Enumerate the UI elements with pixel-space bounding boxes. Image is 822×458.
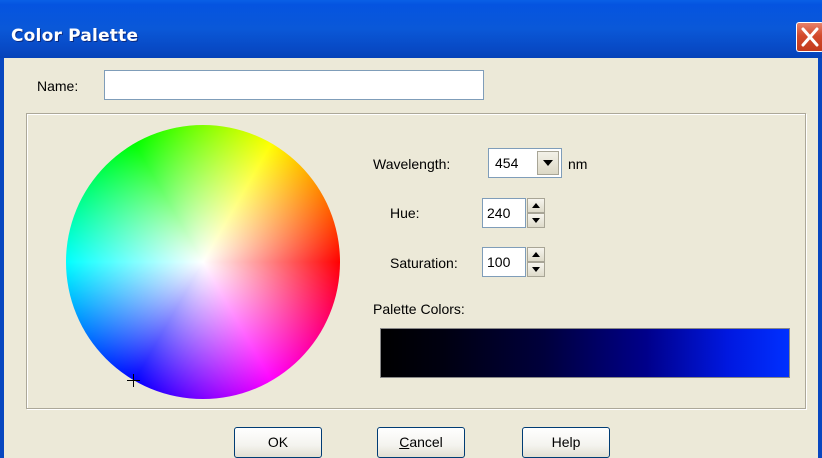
spin-down-icon <box>532 218 540 223</box>
window-title: Color Palette <box>11 26 139 46</box>
crosshair-icon <box>127 374 140 387</box>
close-x-icon <box>801 27 819 47</box>
hue-value: 240 <box>487 205 511 221</box>
help-button[interactable]: Help <box>522 427 610 458</box>
name-label: Name: <box>37 78 79 94</box>
hue-label: Hue: <box>390 205 420 221</box>
spin-up-icon <box>532 203 540 208</box>
hue-input[interactable]: 240 <box>482 198 526 228</box>
wavelength-combobox[interactable]: 454 <box>488 148 562 178</box>
color-wheel[interactable] <box>66 125 340 399</box>
spin-up-icon <box>532 252 540 257</box>
close-button[interactable] <box>796 22 822 52</box>
palette-colors-label: Palette Colors: <box>373 301 465 317</box>
wavelength-dropdown-button[interactable] <box>537 151 559 175</box>
wavelength-label: Wavelength: <box>373 156 451 172</box>
saturation-input[interactable]: 100 <box>482 247 526 277</box>
window-border-left <box>0 58 4 458</box>
saturation-label: Saturation: <box>390 255 458 271</box>
hue-spin-up-button[interactable] <box>527 198 545 213</box>
window-border-right <box>818 58 822 458</box>
saturation-spin-down-button[interactable] <box>527 262 545 277</box>
saturation-spin-up-button[interactable] <box>527 247 545 262</box>
cancel-button[interactable]: Cancel <box>377 427 465 458</box>
hue-spin-down-button[interactable] <box>527 213 545 228</box>
palette-colors-bar <box>380 328 790 378</box>
dropdown-arrow-icon <box>543 160 553 166</box>
wavelength-unit-label: nm <box>568 156 588 172</box>
wavelength-value: 454 <box>495 155 519 171</box>
saturation-value: 100 <box>487 254 511 270</box>
name-input[interactable] <box>104 70 484 100</box>
hue-spinner <box>527 198 545 228</box>
ok-button[interactable]: OK <box>234 427 322 458</box>
spin-down-icon <box>532 267 540 272</box>
saturation-spinner <box>527 247 545 277</box>
